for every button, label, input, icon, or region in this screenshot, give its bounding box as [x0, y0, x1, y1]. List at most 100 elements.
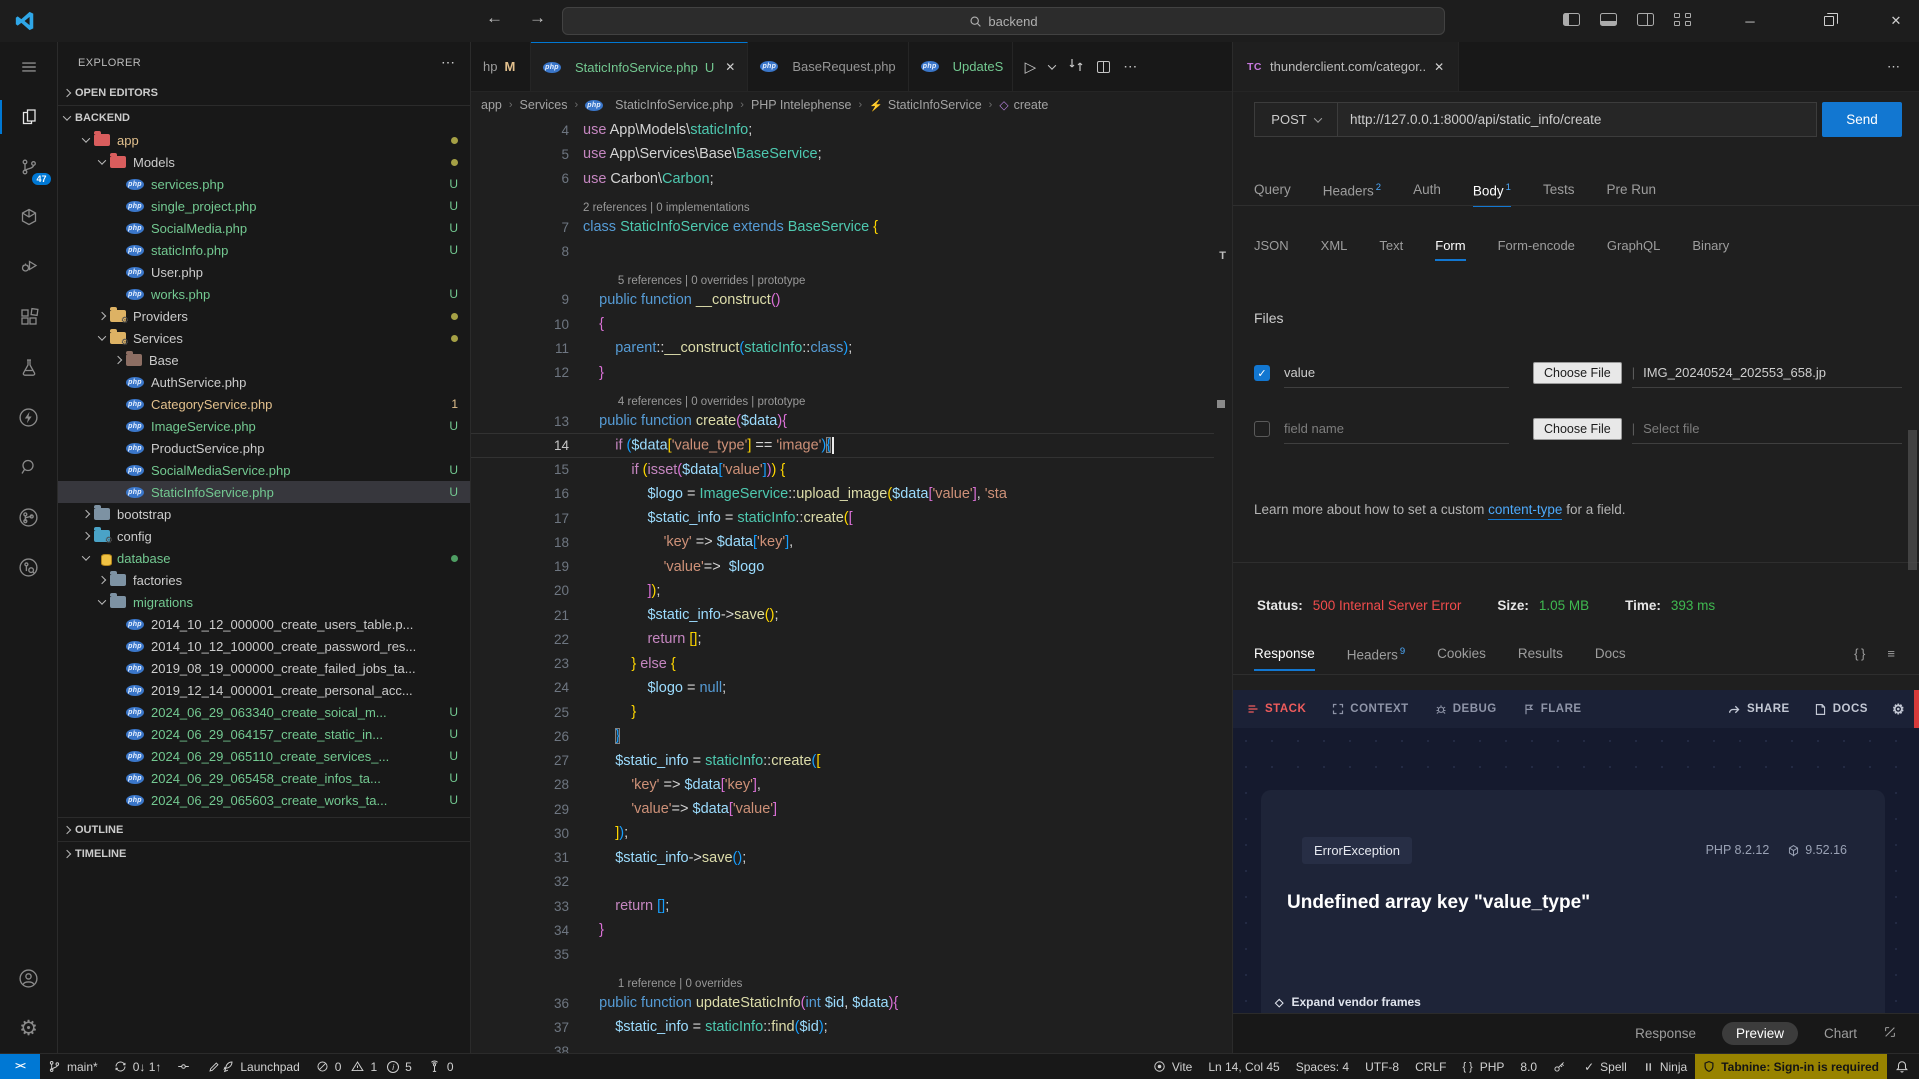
statusbar-tabnine[interactable]: Tabnine: Sign-in is required	[1695, 1054, 1887, 1079]
choose-file-button[interactable]: Choose File	[1533, 362, 1622, 384]
section-outline[interactable]: OUTLINE	[58, 817, 470, 841]
tree-item-imageservice-php[interactable]: phpImageService.phpU	[58, 415, 470, 437]
tree-item-2024-06-29-064157-create-static-in-[interactable]: php2024_06_29_064157_create_static_in...…	[58, 723, 470, 745]
statusbar-vite[interactable]: Vite	[1145, 1054, 1200, 1079]
field-name-input[interactable]: field name	[1284, 414, 1509, 444]
statusbar-eol[interactable]: CRLF	[1407, 1054, 1454, 1079]
code-line-6[interactable]: 6use Carbon\Carbon;	[471, 167, 1214, 191]
close-tab-icon[interactable]: ✕	[725, 60, 735, 74]
body-tab-xml[interactable]: XML	[1321, 238, 1348, 261]
tree-item-socialmedia-php[interactable]: phpSocialMedia.phpU	[58, 217, 470, 239]
run-dropdown-icon[interactable]	[1048, 61, 1056, 69]
breadcrumb-item-staticinfoservice[interactable]: ⚡StaticInfoService	[869, 98, 982, 112]
statusbar-git-actions[interactable]	[169, 1054, 200, 1079]
codelens[interactable]: 5 references | 0 overrides | prototype	[471, 264, 1214, 288]
statusbar-cursor-position[interactable]: Ln 14, Col 45	[1200, 1054, 1287, 1079]
ignition-tab-stack[interactable]: STACK	[1247, 703, 1306, 715]
tab-updatestatic[interactable]: php UpdateS	[909, 42, 1013, 91]
code-line-28[interactable]: 28 'key' => $data['key'],	[471, 773, 1214, 797]
statusbar-ninja[interactable]: Ninja	[1635, 1054, 1695, 1079]
code-line-37[interactable]: 37 $static_info = staticInfo::find($id);	[471, 1015, 1214, 1039]
nav-back-button[interactable]: ←	[486, 8, 503, 28]
request-tab-body[interactable]: Body1	[1473, 182, 1511, 207]
explorer-icon[interactable]	[0, 92, 58, 142]
tree-item-categoryservice-php[interactable]: phpCategoryService.php1	[58, 393, 470, 415]
tree-item-providers[interactable]: ⚙Providers	[58, 305, 470, 327]
code-line-5[interactable]: 5use App\Services\Base\BaseService;	[471, 142, 1214, 166]
body-tab-json[interactable]: JSON	[1254, 238, 1289, 261]
customize-layout-icon[interactable]	[1674, 13, 1691, 26]
code-line-23[interactable]: 23 } else {	[471, 652, 1214, 676]
thunder-client-icon[interactable]	[0, 392, 58, 442]
statusbar-encoding[interactable]: UTF-8	[1357, 1054, 1407, 1079]
url-input[interactable]: http://127.0.0.1:8000/api/static_info/cr…	[1338, 102, 1817, 137]
tree-item-app[interactable]: app	[58, 129, 470, 151]
minimize-button[interactable]: ─	[1727, 0, 1773, 42]
tree-item-productservice-php[interactable]: phpProductService.php	[58, 437, 470, 459]
code-line-24[interactable]: 24 $logo = null;	[471, 676, 1214, 700]
response-tab-response[interactable]: Response	[1254, 646, 1315, 671]
ignition-tab-context[interactable]: CONTEXT	[1332, 703, 1408, 715]
code-line-18[interactable]: 18 'key' => $data['key'],	[471, 530, 1214, 554]
method-select[interactable]: POST	[1254, 102, 1338, 137]
code-line-13[interactable]: 13 public function create($data){	[471, 409, 1214, 433]
statusbar-notifications[interactable]	[1887, 1054, 1919, 1079]
request-tab-pre-run[interactable]: Pre Run	[1606, 182, 1656, 207]
tree-item-database[interactable]: database	[58, 547, 470, 569]
code-line-10[interactable]: 10 {	[471, 312, 1214, 336]
statusbar-ports[interactable]: 0	[420, 1054, 462, 1079]
code-line-34[interactable]: 34 }	[471, 918, 1214, 942]
code-line-29[interactable]: 29 'value'=> $data['value']	[471, 797, 1214, 821]
code-line-19[interactable]: 19 'value'=> $logo	[471, 555, 1214, 579]
explorer-more-actions-icon[interactable]: ⋯	[441, 54, 456, 71]
code-line-8[interactable]: 8	[471, 239, 1214, 263]
checkbox-unchecked-icon[interactable]	[1254, 421, 1270, 437]
format-json-icon[interactable]: { }	[1854, 646, 1865, 661]
ignition-tab-debug[interactable]: DEBUG	[1435, 703, 1497, 715]
run-file-icon[interactable]: ▷	[1025, 58, 1037, 76]
statusbar-indentation[interactable]: Spaces: 4	[1288, 1054, 1357, 1079]
git-graph-icon[interactable]	[0, 492, 58, 542]
tree-item-2024-06-29-063340-create-soical-m-[interactable]: php2024_06_29_063340_create_soical_m...U	[58, 701, 470, 723]
tree-item-2019-12-14-000001-create-personal-acc-[interactable]: php2019_12_14_000001_create_personal_acc…	[58, 679, 470, 701]
tree-item-single-project-php[interactable]: phpsingle_project.phpU	[58, 195, 470, 217]
tree-item-services-php[interactable]: phpservices.phpU	[58, 173, 470, 195]
code-line-36[interactable]: 36 public function updateStaticInfo(int …	[471, 991, 1214, 1015]
tree-item-config[interactable]: ⚙config	[58, 525, 470, 547]
code-line-30[interactable]: 30 ]);	[471, 821, 1214, 845]
code-line-25[interactable]: 25 }	[471, 700, 1214, 724]
codelens[interactable]: 4 references | 0 overrides | prototype	[471, 385, 1214, 409]
breadcrumb-item-app[interactable]: app	[481, 98, 502, 112]
statusbar-key[interactable]	[1545, 1054, 1576, 1079]
account-icon[interactable]	[0, 953, 58, 1003]
statusbar-language-mode[interactable]: { }PHP	[1454, 1054, 1512, 1079]
toggle-secondary-sidebar-icon[interactable]	[1637, 13, 1654, 26]
body-tab-binary[interactable]: Binary	[1692, 238, 1729, 261]
open-changes-icon[interactable]	[1068, 57, 1084, 76]
tree-item-works-php[interactable]: phpworks.phpU	[58, 283, 470, 305]
send-button[interactable]: Send	[1822, 102, 1902, 137]
tree-item-2024-06-29-065458-create-infos-ta-[interactable]: php2024_06_29_065458_create_infos_ta...U	[58, 767, 470, 789]
split-editor-icon[interactable]	[1097, 61, 1110, 73]
body-tab-form[interactable]: Form	[1435, 238, 1465, 261]
code-line-21[interactable]: 21 $static_info->save();	[471, 603, 1214, 627]
remote-indicator[interactable]: ><	[0, 1054, 40, 1079]
footer-view-chart[interactable]: Chart	[1824, 1026, 1857, 1041]
testing-icon[interactable]	[0, 342, 58, 392]
tree-item-2024-06-29-065110-create-services-[interactable]: php2024_06_29_065110_create_services_...…	[58, 745, 470, 767]
code-line-11[interactable]: 11 parent::__construct(staticInfo::class…	[471, 336, 1214, 360]
run-debug-icon[interactable]	[0, 242, 58, 292]
more-actions-icon[interactable]: ⋯	[1123, 58, 1137, 75]
ignition-action-share[interactable]: SHARE	[1728, 703, 1790, 716]
code-line-4[interactable]: 4use App\Models\staticInfo;	[471, 118, 1214, 142]
tab-partial[interactable]: hp M	[471, 42, 531, 91]
section-open-editors[interactable]: OPEN EDITORS	[58, 81, 470, 105]
body-tab-graphql[interactable]: GraphQL	[1607, 238, 1660, 261]
tree-item-models[interactable]: Models	[58, 151, 470, 173]
ignition-settings-gear-icon[interactable]: ⚙	[1892, 701, 1905, 718]
code-line-22[interactable]: 22 return [];	[471, 627, 1214, 651]
breadcrumb-item-create[interactable]: ◇create	[999, 98, 1048, 112]
search-icon[interactable]	[0, 442, 58, 492]
toggle-sidebar-icon[interactable]	[1563, 13, 1580, 26]
breadcrumb-item-services[interactable]: Services	[520, 98, 568, 112]
